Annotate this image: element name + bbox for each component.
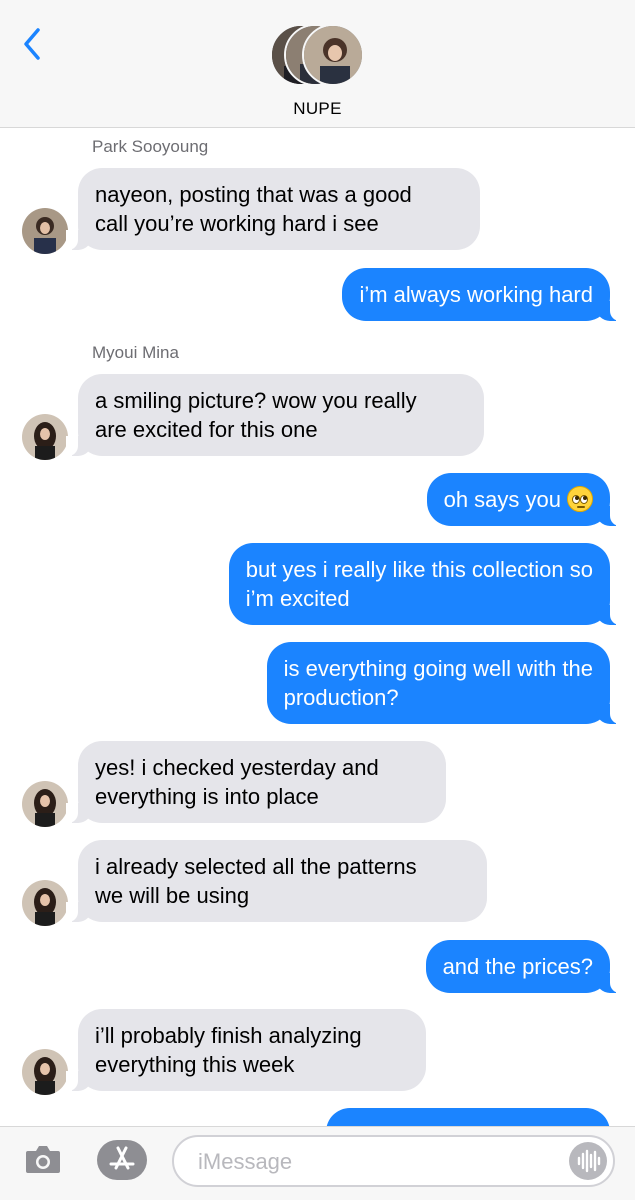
message-text: oh says you (444, 485, 593, 514)
audio-message-button[interactable] (569, 1142, 607, 1180)
back-button[interactable] (18, 24, 48, 64)
message-text: a smiling picture? wow you really are ex… (95, 388, 417, 442)
app-store-icon (109, 1146, 135, 1170)
group-avatar-front (302, 24, 364, 86)
message-toolbar (0, 1126, 635, 1200)
message-bubble-outgoing[interactable]: and the prices? (425, 940, 623, 993)
message-text: nayeon, posting that was a good call you… (95, 182, 412, 236)
message-text: i’ll probably finish analyzing everythin… (95, 1023, 362, 1077)
camera-button[interactable] (24, 1143, 62, 1175)
message-bubble-incoming[interactable]: i already selected all the patterns we w… (66, 840, 487, 922)
message-text: i’m always working hard (359, 282, 593, 307)
rolling-eyes-emoji-icon (567, 486, 593, 512)
message-text: is everything going well with the produc… (283, 656, 593, 710)
message-bubble-outgoing[interactable]: oh says you (426, 473, 623, 526)
message-text-part: oh says you (443, 487, 561, 512)
message-bubble-incoming[interactable]: nayeon, posting that was a good call you… (66, 168, 480, 250)
sender-name: Myoui Mina (92, 343, 179, 362)
audio-waveform-icon (577, 1149, 601, 1173)
message-text: but yes i really like this collection so… (245, 557, 593, 611)
message-bubble-incoming[interactable]: yes! i checked yesterday and everything … (66, 741, 446, 823)
message-text: and the prices? (442, 954, 593, 979)
message-bubble-incoming[interactable]: i’ll probably finish analyzing everythin… (66, 1009, 426, 1091)
app-store-button[interactable] (97, 1140, 147, 1180)
message-bubble-outgoing[interactable]: but yes i really like this collection so… (228, 543, 623, 625)
sender-avatar[interactable] (22, 1049, 68, 1095)
group-name[interactable]: NUPE (0, 99, 635, 119)
sender-avatar[interactable] (22, 880, 68, 926)
sender-avatar[interactable] (22, 414, 68, 460)
sender-avatar[interactable] (22, 208, 68, 254)
imessage-input[interactable] (172, 1135, 615, 1187)
message-bubble-incoming[interactable]: a smiling picture? wow you really are ex… (66, 374, 484, 456)
chevron-left-icon (24, 28, 40, 60)
sender-avatar[interactable] (22, 781, 68, 827)
message-bubble-outgoing[interactable]: is everything going well with the produc… (266, 642, 623, 724)
camera-icon (26, 1146, 60, 1173)
message-text-input[interactable] (198, 1147, 558, 1177)
message-text: yes! i checked yesterday and everything … (95, 755, 379, 809)
message-bubble-outgoing[interactable]: i’m always working hard (342, 268, 622, 321)
message-text: i already selected all the patterns we w… (95, 854, 417, 908)
group-avatars[interactable] (270, 24, 366, 88)
conversation-header: NUPE (0, 0, 635, 128)
sender-name: Park Sooyoung (92, 137, 209, 156)
